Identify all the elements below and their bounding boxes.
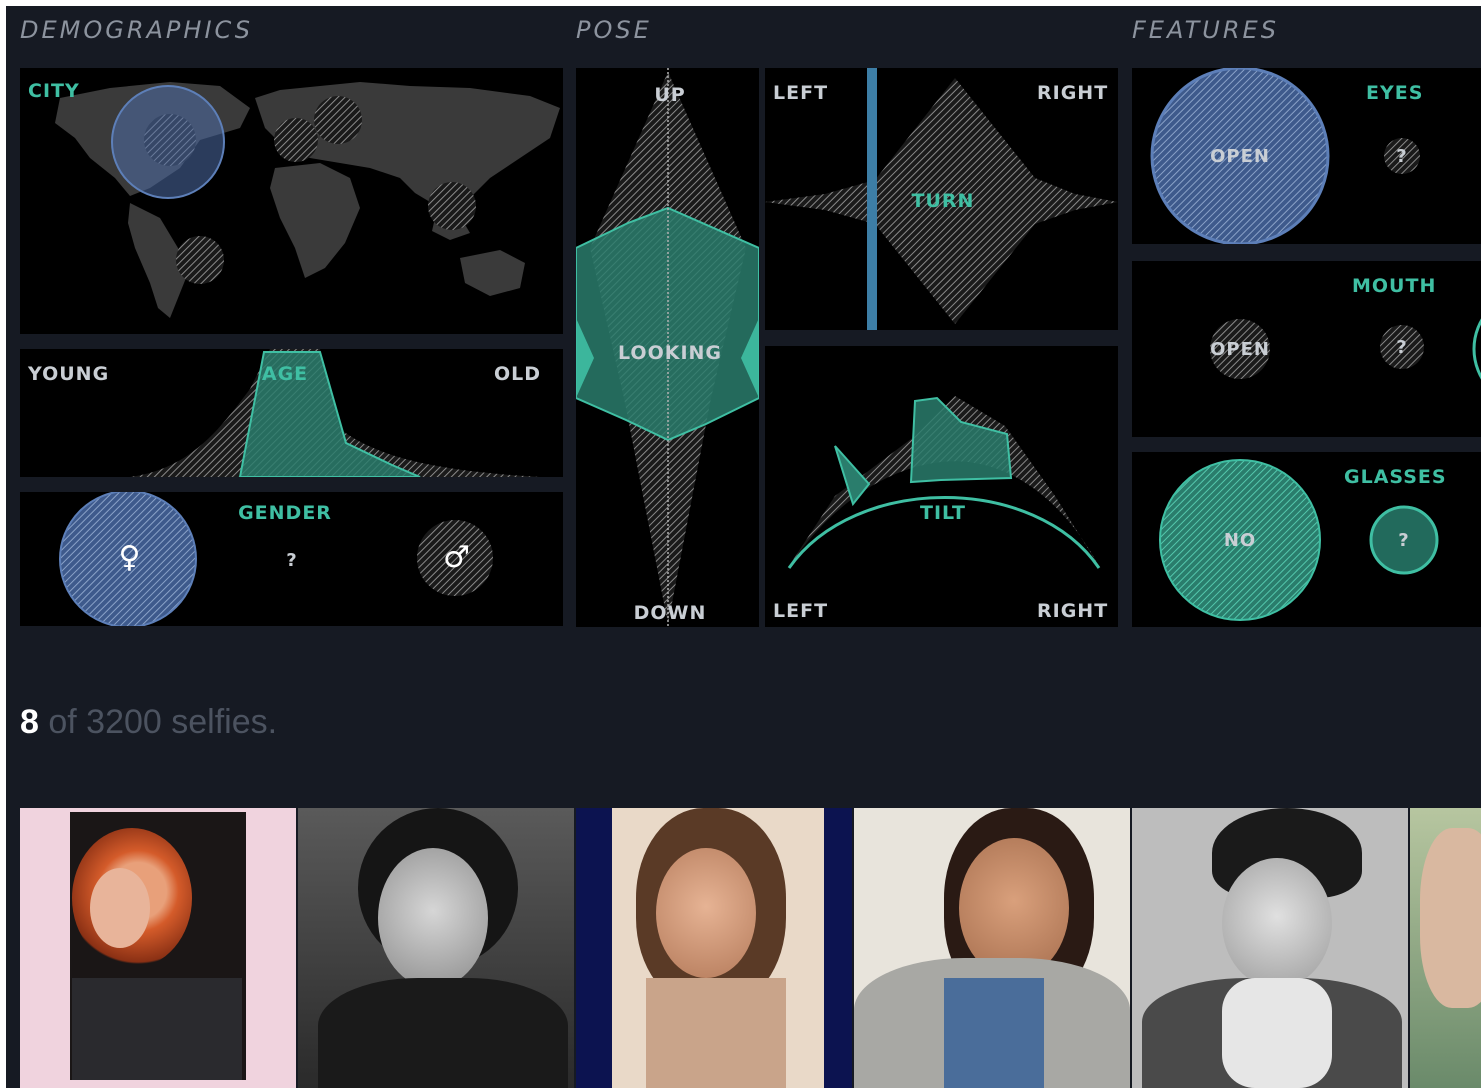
glasses-title: GLASSES <box>1344 466 1447 488</box>
city-selection[interactable] <box>111 85 225 199</box>
tilt-panel[interactable]: TILT LEFT RIGHT <box>765 346 1118 627</box>
mouth-open-label: OPEN <box>1210 339 1270 360</box>
selfie-thumbnail-6[interactable] <box>1410 808 1481 1088</box>
turn-left-label: LEFT <box>773 82 829 104</box>
eyes-open-label: OPEN <box>1210 146 1270 167</box>
selfie-count-total: of 3200 selfies. <box>48 703 278 741</box>
turn-right-label: RIGHT <box>1037 82 1109 104</box>
gender-unknown[interactable]: ? <box>286 550 297 571</box>
female-icon[interactable]: ♀ <box>119 540 142 575</box>
turn-panel[interactable]: LEFT TURN RIGHT <box>765 68 1118 330</box>
age-old-label: OLD <box>494 363 542 385</box>
selfie-count: 8 of 3200 selfies. <box>20 703 277 742</box>
mouth-unknown-label: ? <box>1396 337 1408 358</box>
tilt-right-label: RIGHT <box>1037 600 1109 622</box>
eyes-title: EYES <box>1366 82 1424 104</box>
selfie-thumbnail-3[interactable] <box>576 808 852 1088</box>
section-title-features: FEATURES <box>1132 16 1279 44</box>
looking-panel[interactable]: UP LOOKING DOWN <box>576 68 759 627</box>
eyes-panel[interactable]: EYES OPEN ? <box>1132 68 1481 244</box>
age-young-label: YOUNG <box>28 363 110 385</box>
glasses-panel[interactable]: GLASSES NO ? <box>1132 452 1481 627</box>
turn-selection-bar[interactable] <box>867 68 877 330</box>
selfie-thumbnail-1[interactable] <box>20 808 296 1088</box>
mouth-closed-selection-edge[interactable] <box>1472 291 1481 407</box>
mouth-title: MOUTH <box>1352 275 1437 297</box>
tilt-chart[interactable] <box>765 346 1118 627</box>
looking-title: LOOKING <box>617 342 723 364</box>
selfie-thumbnail-5[interactable] <box>1132 808 1408 1088</box>
section-title-demographics: DEMOGRAPHICS <box>20 16 253 44</box>
looking-down-label: DOWN <box>633 602 707 624</box>
city-panel[interactable]: CITY <box>20 68 563 334</box>
gender-panel[interactable]: GENDER ♀ ? ♂ <box>20 492 563 626</box>
mouth-panel[interactable]: MOUTH OPEN ? <box>1132 261 1481 437</box>
looking-up-label: UP <box>654 84 686 106</box>
selfiexploration-dashboard: DEMOGRAPHICS POSE FEATURES CITY YOUNG AG… <box>6 6 1481 1088</box>
male-icon[interactable]: ♂ <box>443 540 471 575</box>
world-map[interactable] <box>20 68 563 334</box>
turn-title: TURN <box>911 190 975 212</box>
glasses-no-label: NO <box>1223 530 1257 551</box>
age-panel[interactable]: YOUNG AGE OLD <box>20 349 563 477</box>
glasses-unknown-label: ? <box>1398 530 1410 551</box>
city-label: CITY <box>28 80 80 102</box>
tilt-title: TILT <box>920 502 966 524</box>
age-title: AGE <box>261 363 309 385</box>
selfie-thumbnail-2[interactable] <box>298 808 574 1088</box>
gender-title: GENDER <box>238 502 332 524</box>
eyes-unknown-label: ? <box>1396 146 1408 167</box>
section-title-pose: POSE <box>576 16 652 44</box>
tilt-left-label: LEFT <box>773 600 829 622</box>
selfie-count-shown: 8 <box>20 703 39 741</box>
selfie-thumbnail-4[interactable] <box>854 808 1130 1088</box>
